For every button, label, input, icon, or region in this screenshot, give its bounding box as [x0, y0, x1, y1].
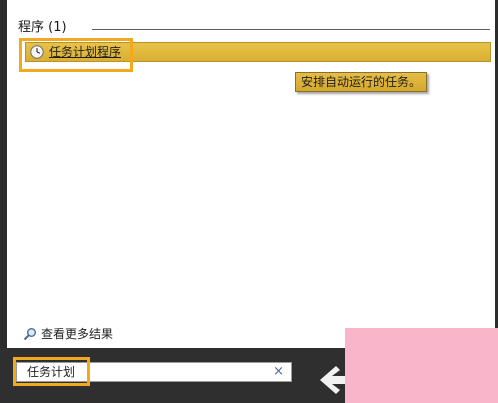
- annotation-highlight-search: [13, 357, 90, 386]
- pink-overlay: [345, 328, 498, 403]
- start-menu-search-window: 程序 (1) 任务计划程序 查看更多结果 安排自动运行的任务。 任务计划 ×: [0, 0, 498, 403]
- tooltip: 安排自动运行的任务。: [295, 72, 428, 92]
- clear-search-icon[interactable]: ×: [273, 363, 284, 381]
- group-divider: [92, 29, 490, 30]
- window-frame-left: [0, 0, 7, 348]
- annotation-highlight-result: [19, 38, 133, 72]
- magnifier-icon: [23, 328, 36, 341]
- see-more-label: 查看更多结果: [41, 327, 114, 341]
- group-label: 程序 (1): [18, 20, 67, 35]
- programs-group-header: 程序 (1): [18, 20, 490, 36]
